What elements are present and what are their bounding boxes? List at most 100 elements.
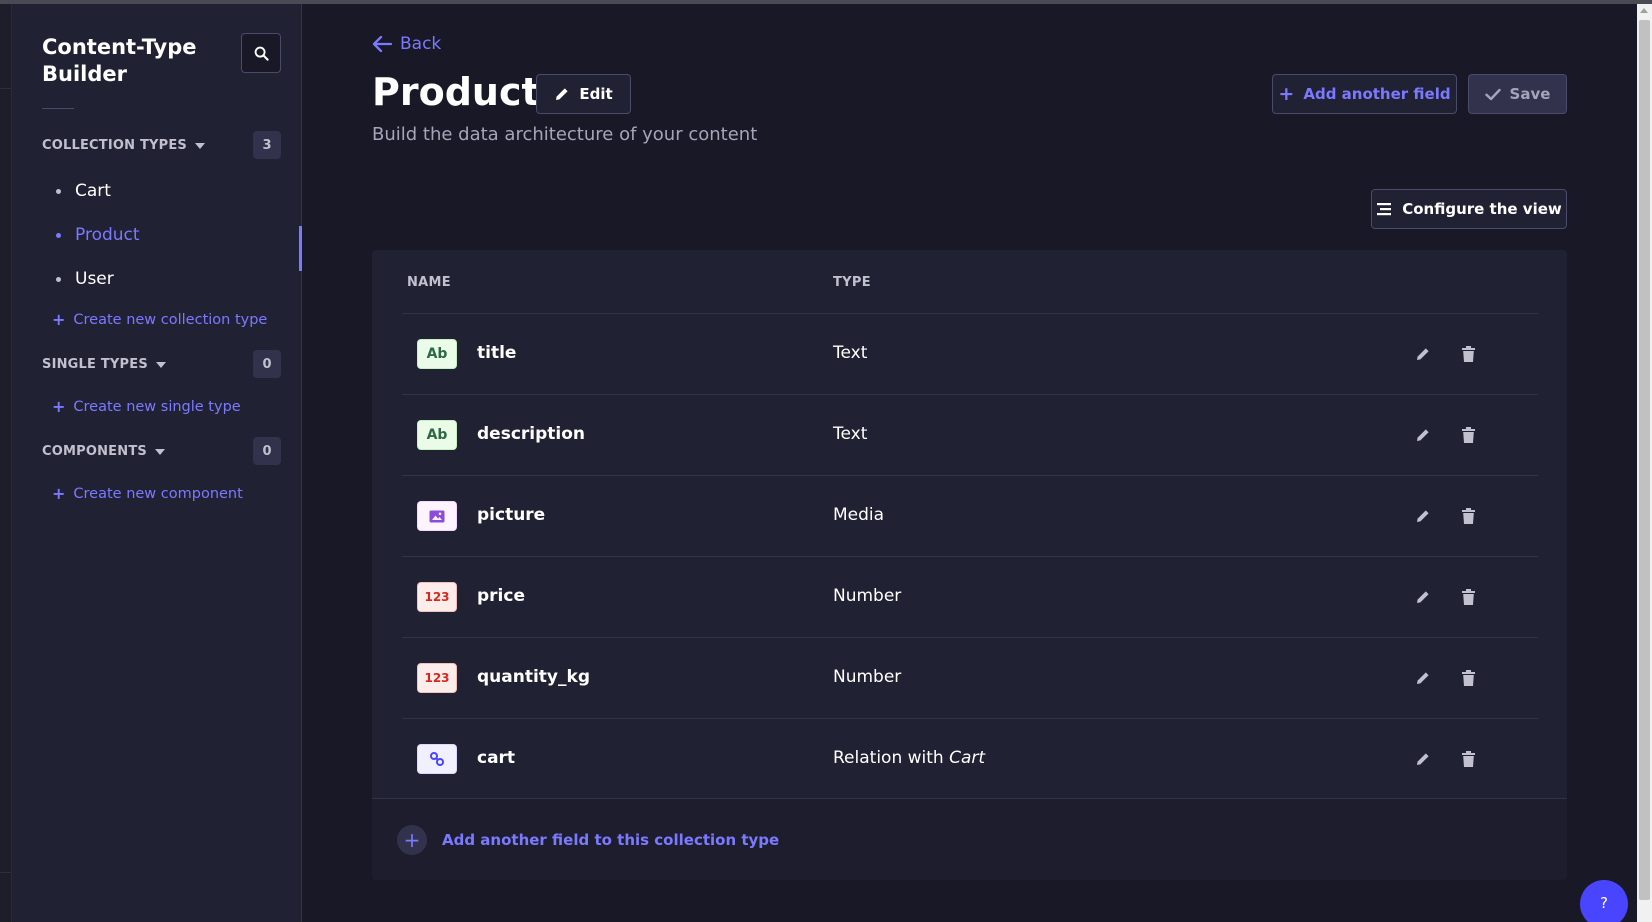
caret-down-icon [195,142,205,149]
trash-icon [1461,670,1475,686]
components-toggle[interactable]: COMPONENTS [42,444,165,459]
number-field-icon: 123 [417,663,457,693]
plus-icon: + [52,397,66,416]
list-settings-icon [1377,203,1392,216]
sidebar-title: Content-Type Builder [42,35,197,86]
delete-field-button[interactable] [1458,587,1478,607]
sidebar-divider [42,108,74,109]
trash-icon [1461,427,1475,443]
edit-button[interactable]: Edit [536,74,631,114]
scrollbar[interactable] [1637,4,1652,922]
trash-icon [1461,751,1475,767]
help-button[interactable]: ? [1580,880,1628,922]
pencil-icon [1417,429,1429,441]
page-subtitle: Build the data architecture of your cont… [372,124,758,145]
pencil-icon [556,88,568,100]
link-icon [417,744,457,774]
edit-field-button[interactable] [1413,344,1433,364]
plus-icon: + [403,828,421,852]
add-another-field-label: Add another field [1303,85,1451,103]
table-row[interactable]: Ab title Text [402,313,1538,394]
collection-types-label: COLLECTION TYPES [42,138,187,153]
trash-icon [1461,508,1475,524]
add-field-circle-button[interactable]: + [397,825,427,855]
caret-down-icon [154,448,165,455]
table-row[interactable]: 123 quantity_kg Number [402,637,1538,718]
pencil-icon [1417,348,1429,360]
sidebar-item-product[interactable]: Product [56,225,140,245]
plus-icon: + [1278,83,1295,105]
back-label: Back [400,34,442,54]
sidebar-item-label: User [75,269,114,289]
single-types-toggle[interactable]: SINGLE TYPES [42,357,166,372]
components-label: COMPONENTS [42,444,147,459]
scroll-up-arrow-icon[interactable] [1640,8,1648,13]
table-row[interactable]: Ab description Text [402,394,1538,475]
edit-field-button[interactable] [1413,587,1433,607]
relation-target: Cart [949,748,986,768]
text-field-icon: Ab [417,420,457,450]
field-name: price [477,586,525,606]
pencil-icon [1417,753,1429,765]
field-type: Text [833,424,868,444]
bullet-icon [56,188,61,194]
delete-field-button[interactable] [1458,425,1478,445]
save-button[interactable]: Save [1468,74,1567,114]
back-link[interactable]: Back [372,34,441,54]
table-row[interactable]: picture Media [402,475,1538,556]
field-name: quantity_kg [477,667,590,687]
save-button-label: Save [1509,85,1551,103]
plus-icon: + [52,484,66,503]
sidebar-item-cart[interactable]: Cart [56,181,111,201]
table-footer: + Add another field to this collection t… [372,798,1567,880]
table-row[interactable]: 123 price Number [402,556,1538,637]
edit-field-button[interactable] [1413,668,1433,688]
delete-field-button[interactable] [1458,506,1478,526]
create-collection-type-link[interactable]: + Create new collection type [52,310,267,329]
field-type: Text [833,343,868,363]
create-single-type-link[interactable]: + Create new single type [52,397,241,416]
create-component-link[interactable]: + Create new component [52,484,243,503]
single-types-label: SINGLE TYPES [42,357,148,372]
edit-field-button[interactable] [1413,506,1433,526]
delete-field-button[interactable] [1458,668,1478,688]
sidebar-item-user[interactable]: User [56,269,114,289]
rail-divider [0,88,11,89]
table-header: NAME TYPE [372,250,1567,313]
create-collection-type-label: Create new collection type [73,311,268,328]
media-icon [417,501,457,531]
field-name: picture [477,505,546,525]
fields-table: NAME TYPE Ab title Text Ab description T… [372,250,1567,880]
pencil-icon [1417,591,1429,603]
add-another-field-button[interactable]: + Add another field [1272,74,1457,114]
arrow-left-icon [372,36,392,52]
configure-view-button[interactable]: Configure the view [1371,189,1567,229]
scrollbar-thumb[interactable] [1639,20,1650,900]
edit-field-button[interactable] [1413,749,1433,769]
column-header-name: NAME [407,275,451,290]
pencil-icon [1417,672,1429,684]
main-nav-rail [0,4,12,922]
number-field-icon: 123 [417,582,457,612]
edit-field-button[interactable] [1413,425,1433,445]
delete-field-button[interactable] [1458,749,1478,769]
sidebar-search-button[interactable] [241,33,281,73]
active-item-indicator [299,226,302,271]
rail-divider [0,872,11,873]
search-icon [254,46,269,61]
field-name: description [477,424,586,444]
relation-prefix: Relation with [833,748,944,768]
field-type: Media [833,505,885,525]
content-type-sidebar: Content-Type Builder COLLECTION TYPES 3 … [12,4,302,922]
table-row[interactable]: cart Relation with Cart [402,718,1538,799]
components-count: 0 [253,437,281,465]
delete-field-button[interactable] [1458,344,1478,364]
plus-icon: + [52,310,66,329]
field-type: Number [833,586,902,606]
help-label: ? [1600,894,1608,912]
collection-types-toggle[interactable]: COLLECTION TYPES [42,138,205,153]
add-field-to-collection-link[interactable]: Add another field to this collection typ… [442,831,779,849]
collection-types-count: 3 [253,131,281,159]
field-type: Relation with Cart [833,748,985,768]
sidebar-item-label: Cart [75,181,111,201]
